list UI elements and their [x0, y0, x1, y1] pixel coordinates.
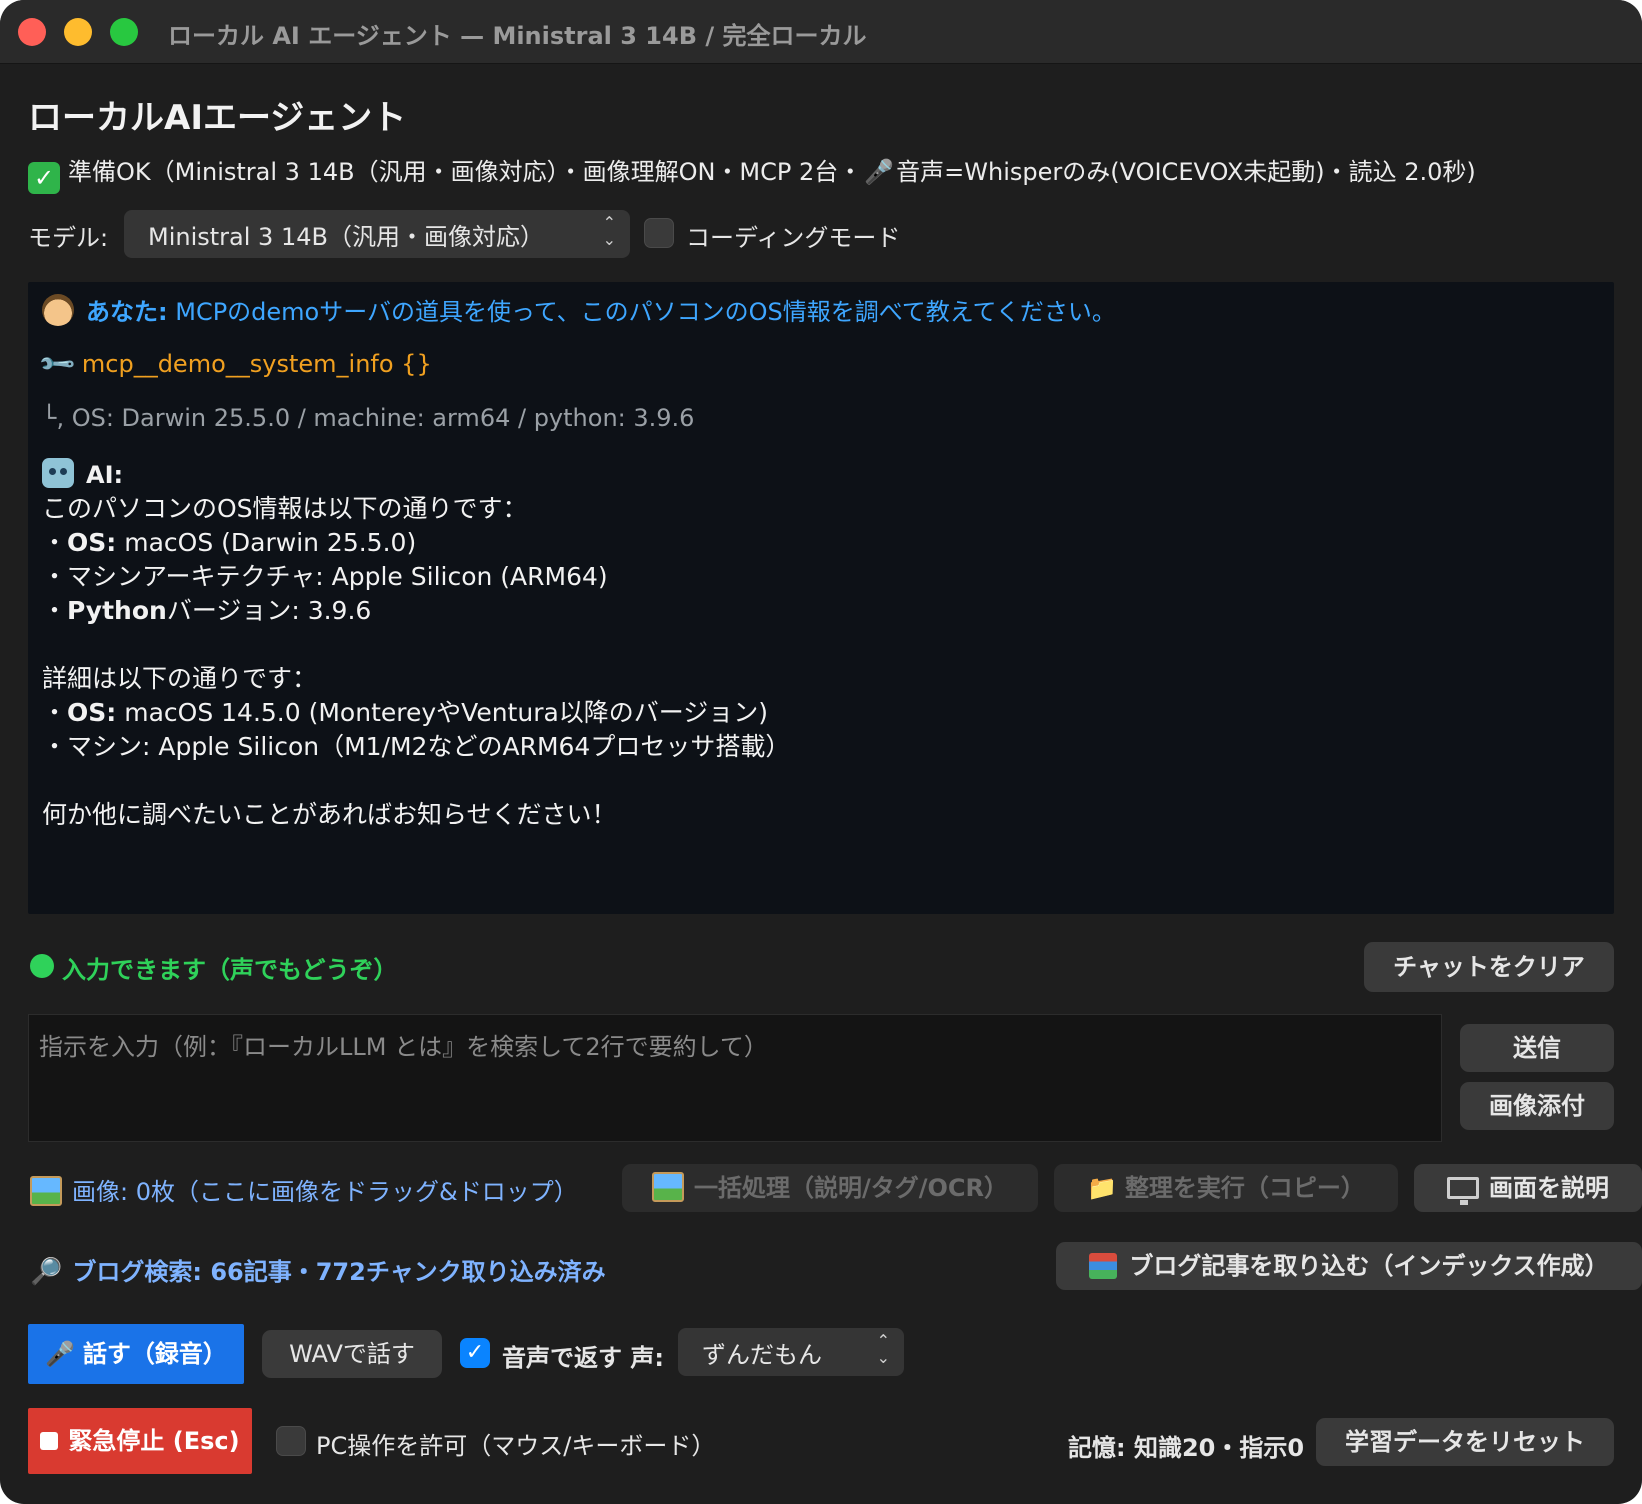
voice-select[interactable]: ずんだもん ⌃ ⌄ — [678, 1328, 904, 1376]
image-count-label: 画像: 0枚（ここに画像をドラッグ&ドロップ） — [72, 1178, 578, 1206]
picture-icon — [651, 1172, 684, 1202]
books-icon — [1089, 1253, 1118, 1279]
ai-line — [42, 628, 790, 662]
emergency-stop-button[interactable]: 緊急停止 (Esc) — [28, 1408, 252, 1474]
microphone-icon: 🎤 — [864, 158, 895, 186]
user-face-icon — [42, 294, 74, 326]
pc-control-checkbox[interactable] — [276, 1426, 306, 1456]
instruction-input[interactable] — [28, 1014, 1442, 1142]
title-bar: ローカル AI エージェント — Ministral 3 14B / 完全ローカ… — [0, 0, 1642, 64]
select-arrows-icon: ⌃ ⌄ — [602, 213, 616, 249]
select-arrows-icon: ⌃ ⌄ — [876, 1331, 890, 1367]
bottom-row: 緊急停止 (Esc) PC操作を許可（マウス/キーボード） 記憶: 知識20・指… — [28, 1408, 1614, 1474]
ingest-blog-label: ブログ記事を取り込む（インデックス作成） — [1129, 1252, 1609, 1280]
robot-icon — [42, 458, 74, 488]
ai-line: 詳細は以下の通りです： — [42, 664, 318, 693]
batch-process-label: 一括処理（説明/タグ/OCR） — [693, 1174, 1009, 1202]
ai-line: ・OS: macOS 14.5.0 (MontereyやVentura以降のバー… — [42, 698, 769, 727]
status-text-part1: 準備OK（Ministral 3 14B（汎用・画像対応）・画像理解ON・MCP… — [68, 158, 863, 186]
clear-chat-button[interactable]: チャットをクリア — [1364, 942, 1614, 992]
model-row: モデル: Ministral 3 14B（汎用・画像対応） ⌃ ⌄ コーディングモ… — [28, 210, 1028, 258]
describe-screen-button[interactable]: 画面を説明 — [1414, 1164, 1642, 1212]
ready-dot-icon — [30, 954, 54, 978]
image-row: 画像: 0枚（ここに画像をドラッグ&ドロップ） 一括処理（説明/タグ/OCR） … — [28, 1164, 1642, 1214]
model-select-value: Ministral 3 14B（汎用・画像対応） — [148, 223, 544, 251]
tool-call-text: mcp__demo__system_info {} — [81, 350, 432, 378]
attach-image-button[interactable]: 画像添付 — [1460, 1082, 1614, 1130]
ai-line: ・Pythonバージョン: 3.9.6 — [42, 596, 372, 625]
ready-status-text: 入力できます（声でもどうぞ） — [62, 956, 398, 984]
tool-result-text: OS: Darwin 25.5.0 / machine: arm64 / pyt… — [71, 404, 695, 432]
ai-line: このパソコンのOS情報は以下の通りです： — [42, 494, 528, 523]
maximize-window-button[interactable] — [110, 18, 138, 46]
wrench-icon: 🔧 — [36, 343, 78, 385]
ai-prefix: AI: — [86, 461, 124, 489]
describe-screen-label: 画面を説明 — [1489, 1174, 1609, 1202]
readiness-status: ✓ 準備OK（Ministral 3 14B（汎用・画像対応）・画像理解ON・MC… — [28, 152, 1476, 194]
close-window-button[interactable] — [18, 18, 46, 46]
tool-call: 🔧 mcp__demo__system_info {} — [36, 344, 432, 385]
blog-search-text: ブログ検索: 66記事・772チャンク取り込み済み — [72, 1258, 606, 1286]
batch-process-button[interactable]: 一括処理（説明/タグ/OCR） — [622, 1164, 1038, 1212]
chat-log[interactable]: あなた: MCPのdemoサーバの道具を使って、このパソコンのOS情報を調べて教… — [28, 282, 1614, 914]
wav-talk-button[interactable]: WAVで話す — [262, 1330, 442, 1378]
model-label: モデル: — [28, 224, 109, 252]
folder-icon: 📁 — [1087, 1174, 1117, 1202]
ai-message: このパソコンのOS情報は以下の通りです： ・OS: macOS (Darwin … — [42, 492, 790, 832]
voice-row: 🎤 話す（録音） WAVで話す ✓ 音声で返す 声: ずんだもん ⌃ ⌄ — [28, 1324, 1028, 1384]
tool-result-arrow: └, — [42, 404, 65, 432]
image-drop-zone[interactable]: 画像: 0枚（ここに画像をドラッグ&ドロップ） — [30, 1172, 578, 1207]
talk-record-label: 話す（録音） — [82, 1340, 227, 1368]
send-button[interactable]: 送信 — [1460, 1024, 1614, 1072]
model-select[interactable]: Ministral 3 14B（汎用・画像対応） ⌃ ⌄ — [124, 210, 630, 258]
blog-row: 🔎 ブログ検索: 66記事・772チャンク取り込み済み ブログ記事を取り込む（イン… — [28, 1242, 1642, 1292]
coding-mode-checkbox[interactable] — [644, 218, 674, 248]
reply-with-voice-label: 音声で返す 声: — [502, 1344, 664, 1372]
blog-search-status: 🔎 ブログ検索: 66記事・772チャンク取り込み済み — [30, 1252, 606, 1287]
voice-select-value: ずんだもん — [702, 1341, 822, 1369]
status-text-part2: 音声=Whisperのみ(VOICEVOX未起動)・読込 2.0秒) — [896, 158, 1476, 186]
microphone-icon: 🎤 — [45, 1340, 75, 1368]
check-mark-icon: ✓ — [28, 162, 60, 194]
app-title: ローカルAIエージェント — [28, 98, 407, 138]
ai-line: 何か他に調べたいことがあればお知らせください！ — [42, 800, 617, 829]
monitor-icon — [1447, 1177, 1479, 1205]
ai-line: ・マシン: Apple Silicon（M1/M2などのARM64プロセッサ搭載… — [42, 732, 791, 761]
ingest-blog-button[interactable]: ブログ記事を取り込む（インデックス作成） — [1056, 1242, 1642, 1290]
user-message: あなた: MCPのdemoサーバの道具を使って、このパソコンのOS情報を調べて教… — [42, 292, 1116, 327]
minimize-window-button[interactable] — [64, 18, 92, 46]
organize-label: 整理を実行（コピー） — [1124, 1174, 1365, 1202]
talk-record-button[interactable]: 🎤 話す（録音） — [28, 1324, 244, 1384]
picture-icon — [30, 1176, 62, 1206]
window-title: ローカル AI エージェント — Ministral 3 14B / 完全ローカ… — [168, 22, 867, 50]
magnifier-icon: 🔎 — [30, 1257, 63, 1287]
user-prefix: あなた: — [86, 298, 168, 326]
pc-control-label: PC操作を許可（マウス/キーボード） — [316, 1432, 716, 1460]
user-message-text: MCPのdemoサーバの道具を使って、このパソコンのOS情報を調べて教えてくださ… — [167, 298, 1116, 326]
ai-line: ・マシンアーキテクチャ: Apple Silicon (ARM64) — [42, 562, 608, 591]
ai-header: AI: — [42, 458, 123, 489]
reset-learning-button[interactable]: 学習データをリセット — [1316, 1418, 1614, 1466]
memory-status: 記憶: 知識20・指示0 — [1068, 1434, 1305, 1462]
stop-icon — [40, 1432, 59, 1450]
coding-mode-label: コーディングモード — [686, 224, 901, 252]
ai-line — [42, 764, 790, 798]
ai-line: ・OS: macOS (Darwin 25.5.0) — [42, 528, 417, 557]
app-window: ローカル AI エージェント — Ministral 3 14B / 完全ローカ… — [0, 0, 1642, 1504]
tool-result: └, OS: Darwin 25.5.0 / machine: arm64 / … — [42, 404, 694, 432]
organize-button[interactable]: 📁 整理を実行（コピー） — [1054, 1164, 1398, 1212]
reply-with-voice-checkbox[interactable]: ✓ — [460, 1338, 490, 1368]
emergency-stop-label: 緊急停止 (Esc) — [68, 1427, 240, 1455]
